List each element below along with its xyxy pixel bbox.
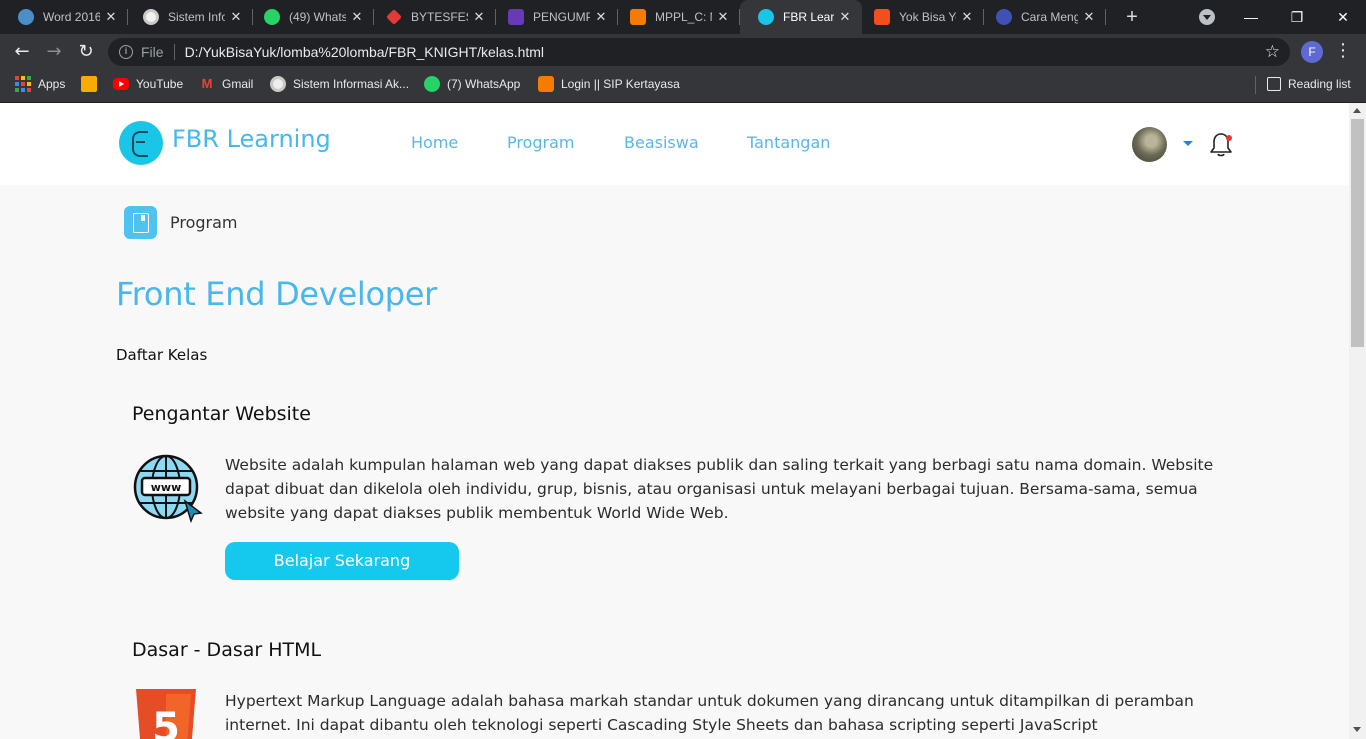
- gmail-icon: M: [201, 76, 213, 91]
- sia-icon: [143, 9, 159, 25]
- chevron-down-icon[interactable]: [1183, 141, 1193, 146]
- reading-list-icon: [1267, 77, 1281, 91]
- bookmark-whatsapp[interactable]: (7) WhatsApp: [424, 70, 520, 98]
- scroll-up-icon[interactable]: [1353, 108, 1361, 113]
- brand-name[interactable]: FBR Learning: [172, 125, 331, 153]
- close-tab-icon[interactable]: ✕: [1082, 9, 1096, 25]
- course-title: Dasar - Dasar HTML: [132, 639, 322, 661]
- book-icon: [124, 206, 157, 239]
- course-description: Website adalah kumpulan halaman web yang…: [225, 456, 1214, 522]
- moodle-icon: [630, 9, 646, 25]
- bookmark-sip[interactable]: Login || SIP Kertayasa: [538, 70, 680, 98]
- nav-home[interactable]: Home: [411, 133, 458, 152]
- bookmark-apps[interactable]: Apps: [15, 70, 65, 98]
- nav-tantangan[interactable]: Tantangan: [747, 133, 830, 152]
- forms-icon: [508, 9, 524, 25]
- nav-program[interactable]: Program: [507, 133, 575, 152]
- bookmark-star-icon[interactable]: ☆: [1265, 42, 1280, 62]
- back-icon[interactable]: ←: [10, 40, 34, 64]
- reading-list-button[interactable]: Reading list: [1267, 70, 1351, 98]
- fbr-logo-icon[interactable]: [119, 121, 163, 165]
- address-protocol: File: [141, 44, 164, 60]
- close-tab-icon[interactable]: ✕: [594, 9, 608, 25]
- nav-beasiswa[interactable]: Beasiswa: [624, 133, 699, 152]
- bookmark-sia[interactable]: Sistem Informasi Ak...: [270, 70, 409, 98]
- profile-avatar[interactable]: F: [1301, 41, 1323, 63]
- page-scrollbar[interactable]: [1349, 103, 1366, 739]
- bookmark-classroom[interactable]: [81, 70, 104, 98]
- browser-tab[interactable]: Cara Meng ✕: [978, 0, 1106, 34]
- scrollbar-thumb[interactable]: [1351, 119, 1364, 347]
- close-tab-icon[interactable]: ✕: [229, 9, 243, 25]
- reload-icon[interactable]: ↻: [74, 40, 98, 64]
- tab-search-icon[interactable]: [1199, 9, 1215, 25]
- restore-button[interactable]: ❐: [1274, 0, 1320, 34]
- breadcrumb[interactable]: Program: [170, 213, 238, 232]
- site-header: FBR Learning Home Program Beasiswa Tanta…: [0, 103, 1349, 185]
- course-title: Pengantar Website: [132, 403, 311, 425]
- bookmark-youtube[interactable]: YouTube: [113, 70, 183, 98]
- browser-toolbar: ← → ↻ i File D:/YukBisaYuk/lomba%20lomba…: [0, 34, 1366, 70]
- page-title: Front End Developer: [116, 275, 437, 313]
- site-favicon-icon: [996, 9, 1012, 25]
- browser-tab[interactable]: Word 2016 ✕: [0, 0, 128, 34]
- user-avatar[interactable]: [1132, 127, 1167, 162]
- browser-tab[interactable]: (49) Whats ✕: [246, 0, 374, 34]
- forward-icon[interactable]: →: [42, 40, 66, 64]
- browser-tab[interactable]: MPPL_C: M ✕: [612, 0, 740, 34]
- close-tab-icon[interactable]: ✕: [716, 9, 730, 25]
- bytesfest-icon: [386, 9, 402, 25]
- sia-icon: [270, 76, 286, 92]
- section-label: Daftar Kelas: [116, 346, 208, 364]
- browser-menu-icon[interactable]: ⋮: [1334, 40, 1352, 61]
- globe-icon: [18, 9, 34, 25]
- close-tab-icon[interactable]: ✕: [960, 9, 974, 25]
- youtube-icon: [113, 78, 129, 90]
- course-description: Hypertext Markup Language adalah bahasa …: [225, 692, 1194, 734]
- new-tab-button[interactable]: +: [1120, 5, 1144, 29]
- info-icon[interactable]: i: [119, 45, 133, 59]
- notification-badge: [1226, 135, 1232, 141]
- figma-icon: [874, 9, 890, 25]
- web-page: FBR Learning Home Program Beasiswa Tanta…: [0, 103, 1349, 739]
- browser-tab-strip: Word 2016 ✕ Sistem Info ✕ (49) Whats ✕ B…: [0, 0, 1366, 34]
- close-tab-icon[interactable]: ✕: [472, 9, 486, 25]
- bookmark-gmail[interactable]: M Gmail: [199, 70, 254, 98]
- close-tab-icon[interactable]: ✕: [838, 9, 852, 25]
- html5-icon: 5: [136, 689, 196, 739]
- close-tab-icon[interactable]: ✕: [104, 9, 118, 25]
- apps-grid-icon: [15, 76, 31, 92]
- close-window-button[interactable]: ✕: [1320, 0, 1366, 34]
- browser-tab[interactable]: Sistem Info ✕: [125, 0, 253, 34]
- bookmarks-bar: Apps YouTube M Gmail Sistem Informasi Ak…: [0, 70, 1366, 103]
- close-tab-icon[interactable]: ✕: [350, 9, 364, 25]
- whatsapp-icon: [264, 9, 280, 25]
- classroom-icon: [81, 76, 97, 92]
- svg-text:5: 5: [152, 705, 180, 739]
- scroll-down-icon[interactable]: [1353, 727, 1361, 732]
- address-bar[interactable]: i File D:/YukBisaYuk/lomba%20lomba/FBR_K…: [108, 38, 1290, 66]
- whatsapp-icon: [424, 76, 440, 92]
- browser-tab[interactable]: BYTESFEST ✕: [368, 0, 496, 34]
- address-url[interactable]: D:/YukBisaYuk/lomba%20lomba/FBR_KNIGHT/k…: [185, 44, 1265, 60]
- browser-tab-active[interactable]: FBR Learnin ✕: [740, 0, 862, 34]
- browser-tab[interactable]: Yok Bisa Yo ✕: [856, 0, 984, 34]
- start-learning-button[interactable]: Belajar Sekarang: [225, 542, 459, 580]
- fbr-favicon-icon: [758, 9, 774, 25]
- sip-icon: [538, 76, 554, 92]
- svg-text:www: www: [151, 481, 182, 494]
- browser-tab[interactable]: PENGUMP ✕: [490, 0, 618, 34]
- globe-www-icon: www: [133, 454, 203, 523]
- minimize-button[interactable]: —: [1228, 0, 1274, 34]
